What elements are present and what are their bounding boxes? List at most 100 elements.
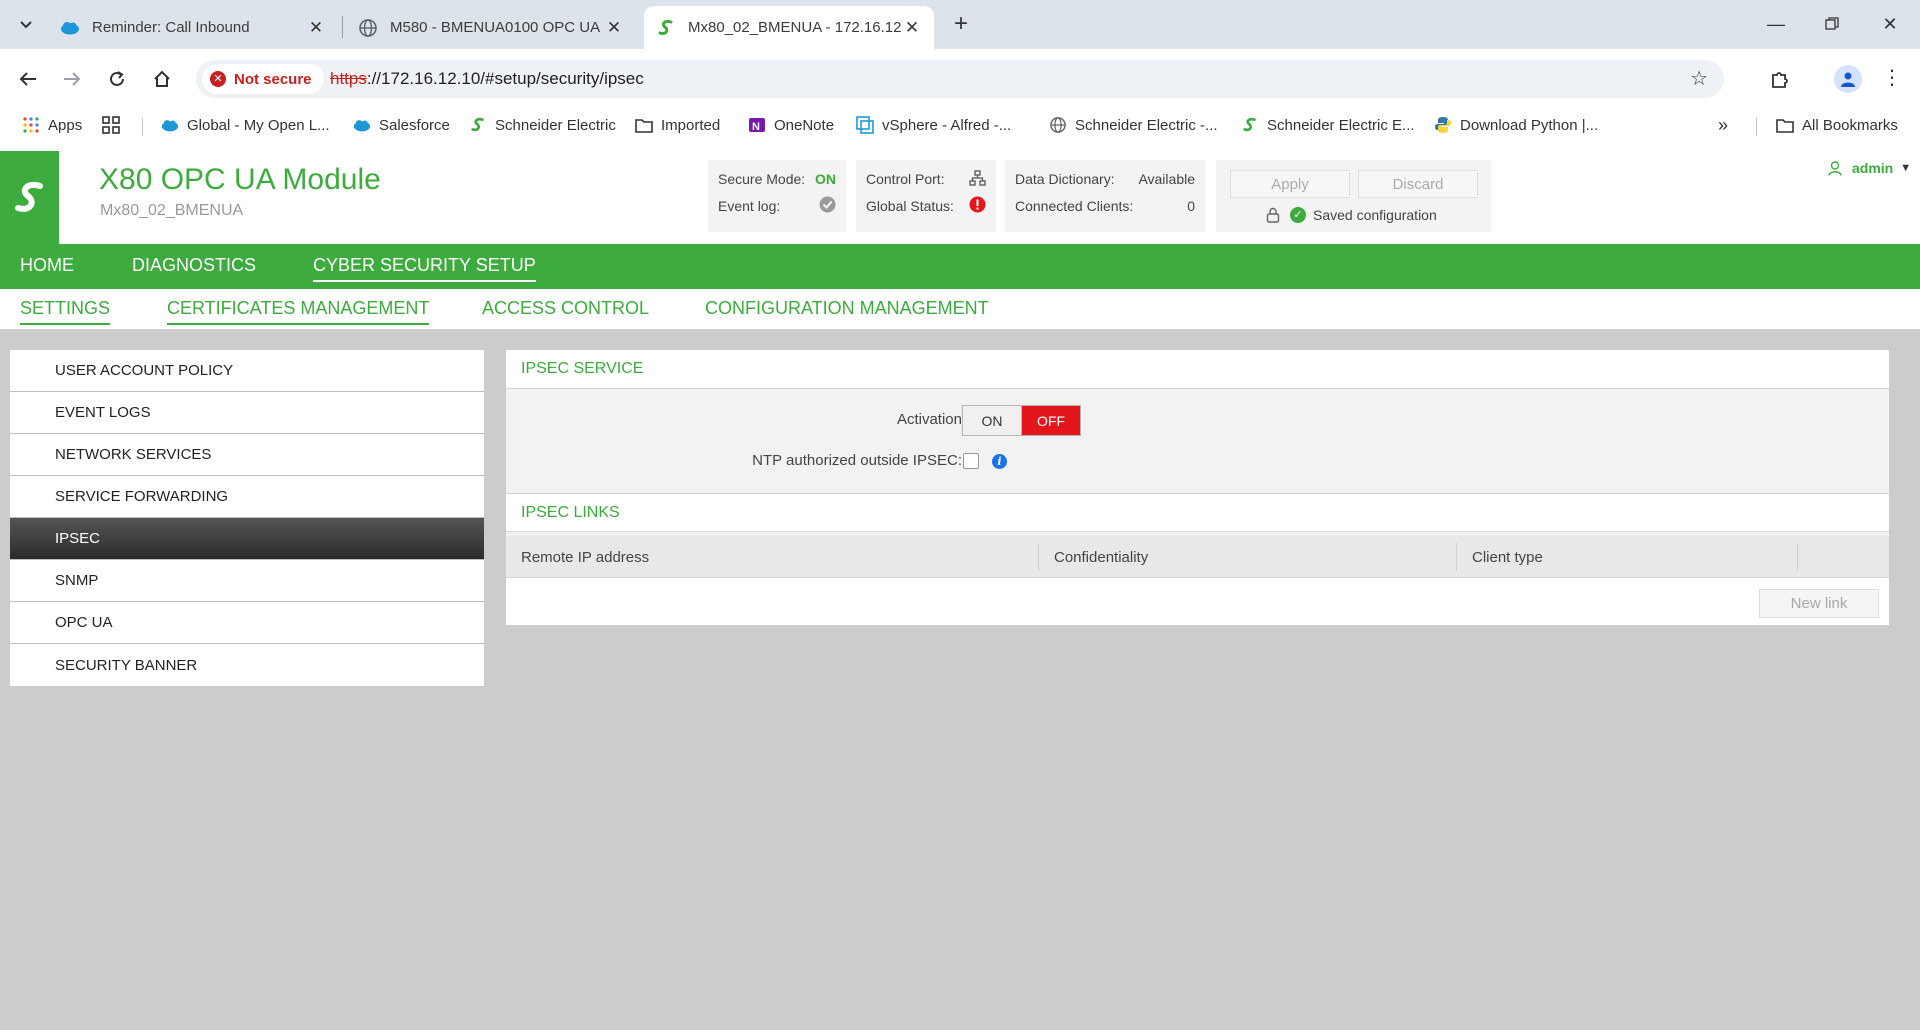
info-icon[interactable]: i xyxy=(992,454,1007,469)
browser-tab-mx80-active[interactable]: Mx80_02_BMENUA - 172.16.12. ✕ xyxy=(644,6,934,49)
error-alert-icon[interactable] xyxy=(969,196,986,216)
network-port-icon[interactable] xyxy=(969,169,986,189)
new-tab-plus-icon[interactable]: + xyxy=(946,10,976,40)
close-window-icon[interactable]: ✕ xyxy=(1870,8,1910,40)
bookmark-divider xyxy=(142,118,143,136)
globe-icon xyxy=(1049,116,1067,134)
schneider-logo-icon[interactable] xyxy=(0,151,59,244)
subnav-settings[interactable]: SETTINGS xyxy=(20,298,111,325)
control-port-row: Control Port: xyxy=(866,169,986,189)
event-log-label: Event log: xyxy=(718,198,781,214)
nav-home[interactable]: HOME xyxy=(20,255,74,276)
subnav-access-control[interactable]: ACCESS CONTROL xyxy=(482,298,649,323)
apply-button[interactable]: Apply xyxy=(1230,170,1350,198)
activation-toggle[interactable]: ON OFF xyxy=(962,405,1081,436)
nav-cyber-security-setup[interactable]: CYBER SECURITY SETUP xyxy=(313,255,536,282)
reload-icon[interactable] xyxy=(101,63,133,95)
salesforce-cloud-icon xyxy=(353,116,371,134)
bookmark-divider xyxy=(1756,118,1757,136)
close-tab-icon[interactable]: ✕ xyxy=(306,18,326,38)
minimize-window-icon[interactable]: — xyxy=(1756,8,1796,40)
column-client-type[interactable]: Client type xyxy=(1457,536,1797,578)
bookmark-apps[interactable]: Apps xyxy=(22,113,82,137)
tab-groups-grid-icon[interactable] xyxy=(102,113,120,137)
python-icon xyxy=(1434,116,1452,134)
tab-divider xyxy=(342,16,343,38)
address-bar[interactable]: ✕ Not secure https://172.16.12.10/#setup… xyxy=(196,60,1724,98)
warning-circle-icon: ✕ xyxy=(210,71,226,87)
user-menu[interactable]: admin ▼ xyxy=(1828,160,1911,176)
data-status-box: Data Dictionary: Available Connected Cli… xyxy=(1005,160,1205,232)
bookmark-global-my-open[interactable]: Global - My Open L... xyxy=(161,113,330,137)
profile-avatar-icon[interactable] xyxy=(1834,65,1862,93)
bookmark-schneider-electric-3[interactable]: Schneider Electric E... xyxy=(1241,113,1415,137)
schneider-icon xyxy=(469,116,487,134)
close-tab-icon[interactable]: ✕ xyxy=(604,18,624,38)
settings-side-menu: USER ACCOUNT POLICY EVENT LOGS NETWORK S… xyxy=(10,350,484,686)
saved-check-icon: ✓ xyxy=(1290,207,1306,223)
username: admin xyxy=(1852,160,1894,176)
browser-tab-reminder[interactable]: Reminder: Call Inbound ✕ xyxy=(48,6,338,49)
all-bookmarks[interactable]: All Bookmarks xyxy=(1776,113,1898,137)
menu-snmp[interactable]: SNMP xyxy=(10,560,484,602)
menu-security-banner[interactable]: SECURITY BANNER xyxy=(10,644,484,686)
url-text[interactable]: https://172.16.12.10/#setup/security/ips… xyxy=(330,69,644,89)
folder-icon xyxy=(1776,116,1794,134)
bookmark-label: Salesforce xyxy=(379,116,450,134)
global-status-label: Global Status: xyxy=(866,198,954,214)
bookmark-vsphere[interactable]: vSphere - Alfred -... xyxy=(856,113,1011,137)
forward-arrow-icon[interactable] xyxy=(56,63,88,95)
all-bookmarks-label: All Bookmarks xyxy=(1802,116,1898,134)
subnav-configuration-management[interactable]: CONFIGURATION MANAGEMENT xyxy=(705,298,989,323)
ntp-authorized-checkbox[interactable] xyxy=(963,453,979,469)
tab-search-chevron-icon[interactable] xyxy=(10,10,42,40)
bookmark-schneider-electric-2[interactable]: Schneider Electric -... xyxy=(1049,113,1218,137)
column-remote-ip-address[interactable]: Remote IP address xyxy=(506,536,1038,578)
restore-window-icon[interactable] xyxy=(1812,8,1852,40)
bookmark-imported[interactable]: Imported xyxy=(635,113,720,137)
secure-mode-label: Secure Mode: xyxy=(718,171,806,187)
event-log-check-icon[interactable] xyxy=(819,196,836,216)
toggle-off-option[interactable]: OFF xyxy=(1022,406,1080,435)
browser-tab-strip: Reminder: Call Inbound ✕ M580 - BMENUA01… xyxy=(0,0,1920,49)
bookmark-label: Schneider Electric xyxy=(495,116,616,134)
bookmark-onenote[interactable]: N OneNote xyxy=(748,113,834,137)
not-secure-chip[interactable]: ✕ Not secure xyxy=(202,64,324,94)
back-arrow-icon[interactable] xyxy=(12,63,44,95)
more-bookmarks-chevron-icon[interactable]: » xyxy=(1718,113,1728,137)
vsphere-icon xyxy=(856,116,874,134)
not-secure-label: Not secure xyxy=(234,70,312,88)
globe-icon xyxy=(358,18,378,38)
menu-ipsec[interactable]: IPSEC xyxy=(10,518,484,560)
bookmark-label: Apps xyxy=(48,116,83,134)
column-confidentiality[interactable]: Confidentiality xyxy=(1039,536,1456,578)
bookmark-star-icon[interactable]: ☆ xyxy=(1690,68,1708,90)
menu-service-forwarding[interactable]: SERVICE FORWARDING xyxy=(10,476,484,518)
menu-event-logs[interactable]: EVENT LOGS xyxy=(10,392,484,434)
bookmark-download-python[interactable]: Download Python |... xyxy=(1434,113,1598,137)
ipsec-service-heading: IPSEC SERVICE xyxy=(506,350,1889,389)
data-dictionary-value: Available xyxy=(1138,171,1195,187)
schneider-icon xyxy=(1241,116,1259,134)
discard-button[interactable]: Discard xyxy=(1358,170,1478,198)
bookmarks-bar: Apps Global - My Open L... Salesforce Sc… xyxy=(0,108,1920,142)
new-link-button[interactable]: New link xyxy=(1759,589,1879,618)
menu-opc-ua[interactable]: OPC UA xyxy=(10,602,484,644)
home-icon[interactable] xyxy=(146,63,178,95)
tab-title: Mx80_02_BMENUA - 172.16.12. xyxy=(688,19,902,36)
nav-diagnostics[interactable]: DIAGNOSTICS xyxy=(132,255,256,276)
bookmark-label: Schneider Electric E... xyxy=(1267,116,1415,134)
bookmark-salesforce[interactable]: Salesforce xyxy=(353,113,450,137)
apps-grid-icon xyxy=(22,116,40,134)
browser-tab-m580[interactable]: M580 - BMENUA0100 OPC UA ✕ xyxy=(346,6,636,49)
browser-menu-icon[interactable]: ⋮ xyxy=(1882,63,1902,95)
toggle-on-option[interactable]: ON xyxy=(963,406,1022,435)
menu-network-services[interactable]: NETWORK SERVICES xyxy=(10,434,484,476)
close-tab-icon[interactable]: ✕ xyxy=(902,18,922,38)
bookmark-schneider-electric[interactable]: Schneider Electric xyxy=(469,113,616,137)
subnav-certificates-management[interactable]: CERTIFICATES MANAGEMENT xyxy=(167,298,430,325)
extensions-puzzle-icon[interactable] xyxy=(1764,63,1796,95)
menu-user-account-policy[interactable]: USER ACCOUNT POLICY xyxy=(10,350,484,392)
bookmark-label: Imported xyxy=(661,116,721,134)
configuration-actions-box: Apply Discard ✓ Saved configuration xyxy=(1216,160,1491,232)
